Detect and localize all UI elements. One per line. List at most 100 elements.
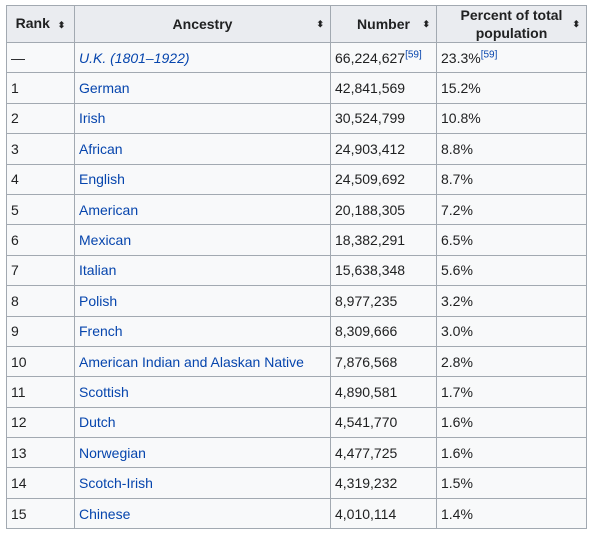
percent-cell: 8.7%: [436, 163, 587, 195]
ancestry-cell: Chinese: [74, 497, 331, 530]
number-cell: 4,010,114: [330, 497, 437, 530]
number-value: 66,224,627: [335, 49, 406, 66]
ancestry-link[interactable]: African: [79, 141, 123, 157]
ancestry-cell: Norwegian: [74, 437, 331, 469]
ancestry-link[interactable]: Mexican: [79, 232, 131, 248]
ancestry-link[interactable]: Chinese: [79, 506, 130, 522]
rank-cell: 4: [6, 163, 75, 195]
table-row: 5 American 20,188,305 7.2%: [6, 193, 587, 226]
ancestry-cell: Dutch: [74, 406, 331, 439]
ancestry-link[interactable]: Irish: [79, 110, 105, 126]
ancestry-link[interactable]: Scottish: [79, 384, 129, 400]
reference-link[interactable]: [59]: [481, 49, 498, 60]
percent-cell: 3.2%: [436, 285, 587, 317]
ancestry-link[interactable]: German: [79, 80, 130, 96]
ancestry-cell: Polish: [74, 285, 331, 317]
percent-cell: 3.0%: [436, 315, 587, 347]
ancestry-column-header[interactable]: Ancestry ⬍: [74, 5, 331, 43]
ancestry-link[interactable]: American Indian and Alaskan Native: [79, 354, 304, 370]
header-row: Rank ⬍ Ancestry ⬍ Number ⬍ Percent of to…: [6, 5, 587, 43]
rank-cell: 7: [6, 254, 75, 287]
percent-cell: 23.3%[59]: [436, 41, 587, 74]
number-cell: 4,890,581: [330, 376, 437, 408]
ancestry-link[interactable]: American: [79, 202, 138, 218]
ancestry-cell: American Indian and Alaskan Native: [74, 345, 331, 378]
table-row: 3 African 24,903,412 8.8%: [6, 133, 587, 165]
percent-cell: 7.2%: [436, 193, 587, 226]
ancestry-link[interactable]: French: [79, 323, 123, 339]
rank-cell: 14: [6, 467, 75, 499]
percent-column-header[interactable]: Percent of total population ⬍: [436, 5, 587, 43]
ancestry-header-label: Ancestry: [172, 16, 233, 32]
ancestry-link[interactable]: Scotch-Irish: [79, 475, 153, 491]
percent-cell: 1.6%: [436, 406, 587, 439]
ancestry-link[interactable]: U.K. (1801–1922): [79, 50, 190, 66]
rank-cell: 12: [6, 406, 75, 439]
ancestry-cell: Irish: [74, 102, 331, 135]
ancestry-cell: Mexican: [74, 224, 331, 256]
ancestry-cell: German: [74, 72, 331, 104]
ancestry-cell: African: [74, 133, 331, 165]
ancestry-link[interactable]: Polish: [79, 293, 117, 309]
table-row: 12 Dutch 4,541,770 1.6%: [6, 406, 587, 439]
number-cell: 15,638,348: [330, 254, 437, 287]
ancestry-cell: Scottish: [74, 376, 331, 408]
percent-cell: 8.8%: [436, 133, 587, 165]
table-row: 7 Italian 15,638,348 5.6%: [6, 254, 587, 287]
table-row: 13 Norwegian 4,477,725 1.6%: [6, 437, 587, 469]
table-row: 14 Scotch-Irish 4,319,232 1.5%: [6, 467, 587, 499]
table-row: 9 French 8,309,666 3.0%: [6, 315, 587, 347]
reference-link[interactable]: [59]: [405, 49, 422, 60]
rank-column-header[interactable]: Rank ⬍: [6, 5, 75, 43]
table-row: 1 German 42,841,569 15.2%: [6, 72, 587, 104]
rank-header-label: Rank: [15, 15, 50, 31]
ancestry-cell: American: [74, 193, 331, 226]
ancestry-cell: U.K. (1801–1922): [74, 41, 331, 74]
sort-icon[interactable]: ⬍: [422, 15, 430, 33]
number-cell: 4,319,232: [330, 467, 437, 499]
rank-cell: 1: [6, 72, 75, 104]
number-cell: 66,224,627[59]: [330, 41, 437, 74]
rank-cell: 10: [6, 345, 75, 378]
table-row: — U.K. (1801–1922) 66,224,627[59] 23.3%[…: [6, 41, 587, 74]
percent-header-label-line1: Percent of total: [460, 7, 563, 23]
number-cell: 30,524,799: [330, 102, 437, 135]
rank-cell: —: [6, 41, 75, 74]
table-container: Rank ⬍ Ancestry ⬍ Number ⬍ Percent of to…: [0, 0, 600, 530]
ancestry-link[interactable]: Dutch: [79, 414, 116, 430]
percent-cell: 1.6%: [436, 437, 587, 469]
ancestry-link[interactable]: English: [79, 171, 125, 187]
sort-icon[interactable]: ⬍: [316, 15, 324, 33]
table-row: 2 Irish 30,524,799 10.8%: [6, 102, 587, 135]
percent-cell: 15.2%: [436, 72, 587, 104]
rank-cell: 9: [6, 315, 75, 347]
rank-cell: 13: [6, 437, 75, 469]
rank-cell: 6: [6, 224, 75, 256]
table-row: 10 American Indian and Alaskan Native 7,…: [6, 345, 587, 378]
percent-header-label-line2: population: [475, 25, 548, 41]
ancestry-link[interactable]: Norwegian: [79, 445, 146, 461]
rank-cell: 2: [6, 102, 75, 135]
ancestry-link[interactable]: Italian: [79, 262, 116, 278]
rank-cell: 15: [6, 497, 75, 530]
sort-icon[interactable]: ⬍: [58, 20, 66, 30]
percent-cell: 1.5%: [436, 467, 587, 499]
percent-cell: 6.5%: [436, 224, 587, 256]
number-cell: 4,541,770: [330, 406, 437, 439]
number-cell: 18,382,291: [330, 224, 437, 256]
table-row: 15 Chinese 4,010,114 1.4%: [6, 497, 587, 530]
table-row: 8 Polish 8,977,235 3.2%: [6, 285, 587, 317]
number-column-header[interactable]: Number ⬍: [330, 5, 437, 43]
percent-value: 23.3%: [441, 49, 481, 66]
table-row: 4 English 24,509,692 8.7%: [6, 163, 587, 195]
number-header-label: Number: [357, 16, 410, 32]
ancestry-cell: Scotch-Irish: [74, 467, 331, 499]
number-cell: 42,841,569: [330, 72, 437, 104]
percent-cell: 5.6%: [436, 254, 587, 287]
number-cell: 7,876,568: [330, 345, 437, 378]
rank-cell: 3: [6, 133, 75, 165]
sort-icon[interactable]: ⬍: [572, 15, 580, 33]
number-cell: 8,977,235: [330, 285, 437, 317]
ancestry-cell: English: [74, 163, 331, 195]
number-cell: 8,309,666: [330, 315, 437, 347]
